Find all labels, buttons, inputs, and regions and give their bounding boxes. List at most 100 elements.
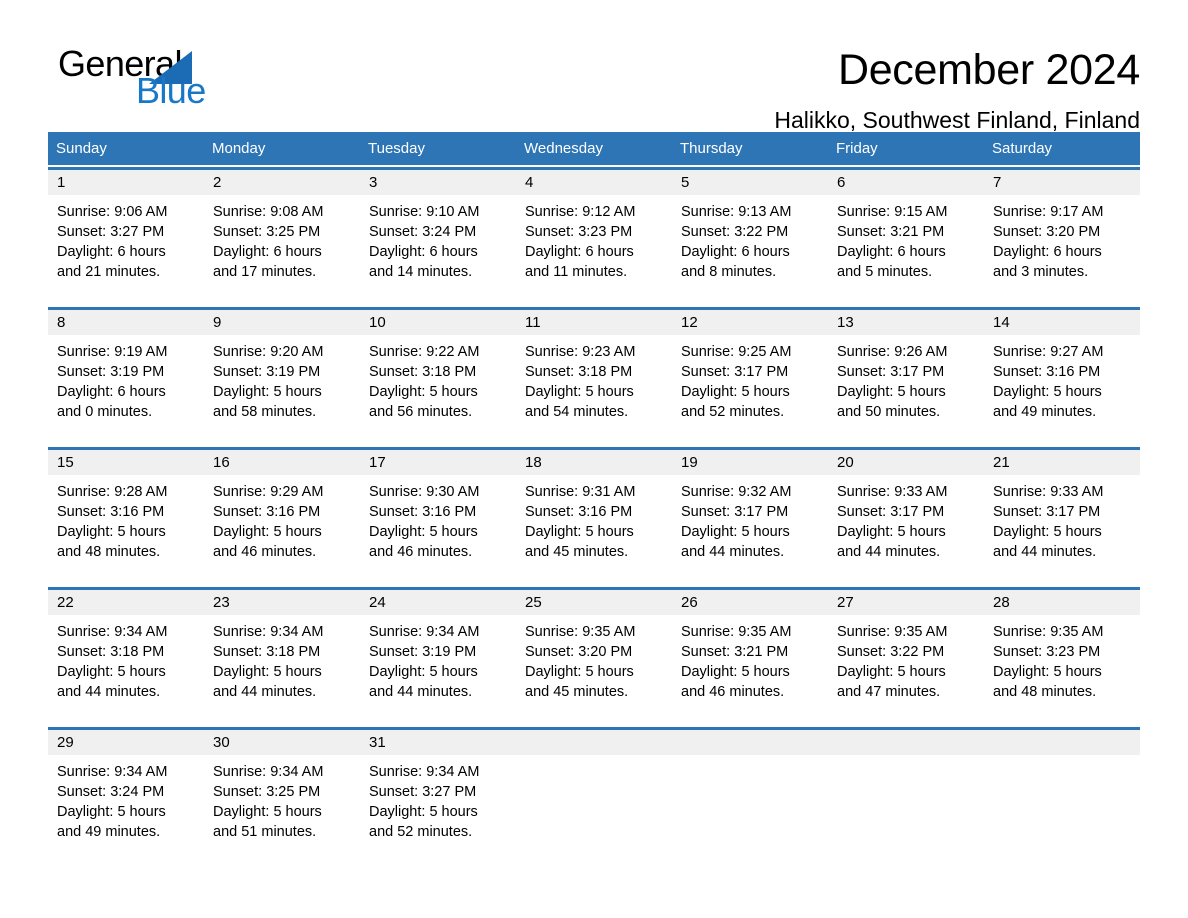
- day-cell[interactable]: Sunrise: 9:27 AM Sunset: 3:16 PM Dayligh…: [984, 335, 1140, 445]
- day-cell[interactable]: Sunrise: 9:31 AM Sunset: 3:16 PM Dayligh…: [516, 475, 672, 585]
- day-cell[interactable]: Sunrise: 9:19 AM Sunset: 3:19 PM Dayligh…: [48, 335, 204, 445]
- sunrise-text: Sunrise: 9:15 AM: [837, 204, 948, 220]
- calendar-week-row: 29 30 31 Sunrise: 9:34 AM Sunset: 3:24 P…: [48, 727, 1140, 863]
- day-number-empty: [828, 730, 984, 755]
- daylight-text: Daylight: 5 hours: [213, 384, 322, 400]
- daylight-text-cont: and 51 minutes.: [213, 824, 317, 840]
- sunrise-text: Sunrise: 9:34 AM: [213, 764, 324, 780]
- sunset-text: Sunset: 3:21 PM: [837, 224, 945, 240]
- day-cell[interactable]: Sunrise: 9:26 AM Sunset: 3:17 PM Dayligh…: [828, 335, 984, 445]
- week-daynumber-band: 15 16 17 18 19 20 21: [48, 450, 1140, 475]
- day-cell[interactable]: Sunrise: 9:34 AM Sunset: 3:27 PM Dayligh…: [360, 755, 516, 863]
- day-number[interactable]: 23: [204, 590, 360, 615]
- day-number[interactable]: 1: [48, 170, 204, 195]
- daylight-text: Daylight: 5 hours: [525, 384, 634, 400]
- day-number[interactable]: 30: [204, 730, 360, 755]
- day-cell[interactable]: Sunrise: 9:34 AM Sunset: 3:25 PM Dayligh…: [204, 755, 360, 863]
- day-cell[interactable]: Sunrise: 9:33 AM Sunset: 3:17 PM Dayligh…: [984, 475, 1140, 585]
- day-cell[interactable]: Sunrise: 9:34 AM Sunset: 3:19 PM Dayligh…: [360, 615, 516, 725]
- sunrise-text: Sunrise: 9:35 AM: [525, 624, 636, 640]
- sunrise-text: Sunrise: 9:08 AM: [213, 204, 324, 220]
- title-block: December 2024 Halikko, Southwest Finland…: [774, 0, 1140, 134]
- sunset-text: Sunset: 3:18 PM: [525, 364, 633, 380]
- day-number[interactable]: 14: [984, 310, 1140, 335]
- day-number[interactable]: 28: [984, 590, 1140, 615]
- sunset-text: Sunset: 3:16 PM: [525, 504, 633, 520]
- day-cell[interactable]: Sunrise: 9:20 AM Sunset: 3:19 PM Dayligh…: [204, 335, 360, 445]
- day-number[interactable]: 31: [360, 730, 516, 755]
- daylight-text-cont: and 46 minutes.: [681, 684, 785, 700]
- day-number[interactable]: 22: [48, 590, 204, 615]
- day-cell[interactable]: Sunrise: 9:29 AM Sunset: 3:16 PM Dayligh…: [204, 475, 360, 585]
- day-number[interactable]: 16: [204, 450, 360, 475]
- sunset-text: Sunset: 3:24 PM: [369, 224, 477, 240]
- day-number[interactable]: 20: [828, 450, 984, 475]
- day-cell[interactable]: Sunrise: 9:32 AM Sunset: 3:17 PM Dayligh…: [672, 475, 828, 585]
- day-cell[interactable]: Sunrise: 9:13 AM Sunset: 3:22 PM Dayligh…: [672, 195, 828, 305]
- day-cell[interactable]: Sunrise: 9:08 AM Sunset: 3:25 PM Dayligh…: [204, 195, 360, 305]
- day-number[interactable]: 13: [828, 310, 984, 335]
- day-cell[interactable]: Sunrise: 9:10 AM Sunset: 3:24 PM Dayligh…: [360, 195, 516, 305]
- day-number[interactable]: 27: [828, 590, 984, 615]
- daylight-text-cont: and 17 minutes.: [213, 264, 317, 280]
- day-cell[interactable]: Sunrise: 9:17 AM Sunset: 3:20 PM Dayligh…: [984, 195, 1140, 305]
- calendar-week-row: 8 9 10 11 12 13 14 Sunrise: 9:19 AM Suns…: [48, 307, 1140, 445]
- day-cell[interactable]: Sunrise: 9:12 AM Sunset: 3:23 PM Dayligh…: [516, 195, 672, 305]
- sunrise-text: Sunrise: 9:19 AM: [57, 344, 168, 360]
- day-number[interactable]: 29: [48, 730, 204, 755]
- day-number[interactable]: 9: [204, 310, 360, 335]
- day-number[interactable]: 19: [672, 450, 828, 475]
- day-number[interactable]: 6: [828, 170, 984, 195]
- day-number[interactable]: 21: [984, 450, 1140, 475]
- day-cell[interactable]: Sunrise: 9:34 AM Sunset: 3:18 PM Dayligh…: [48, 615, 204, 725]
- daylight-text-cont: and 44 minutes.: [681, 544, 785, 560]
- day-number[interactable]: 26: [672, 590, 828, 615]
- day-number[interactable]: 5: [672, 170, 828, 195]
- sunrise-text: Sunrise: 9:34 AM: [57, 764, 168, 780]
- day-number[interactable]: 10: [360, 310, 516, 335]
- general-blue-logo[interactable]: General Blue: [58, 44, 398, 116]
- daylight-text: Daylight: 5 hours: [213, 804, 322, 820]
- sunrise-text: Sunrise: 9:35 AM: [681, 624, 792, 640]
- day-cell[interactable]: Sunrise: 9:06 AM Sunset: 3:27 PM Dayligh…: [48, 195, 204, 305]
- day-cell[interactable]: Sunrise: 9:34 AM Sunset: 3:18 PM Dayligh…: [204, 615, 360, 725]
- day-cell[interactable]: Sunrise: 9:28 AM Sunset: 3:16 PM Dayligh…: [48, 475, 204, 585]
- sunrise-text: Sunrise: 9:34 AM: [57, 624, 168, 640]
- sunset-text: Sunset: 3:27 PM: [369, 784, 477, 800]
- day-cell[interactable]: Sunrise: 9:23 AM Sunset: 3:18 PM Dayligh…: [516, 335, 672, 445]
- day-cell[interactable]: Sunrise: 9:15 AM Sunset: 3:21 PM Dayligh…: [828, 195, 984, 305]
- day-number[interactable]: 24: [360, 590, 516, 615]
- day-number[interactable]: 4: [516, 170, 672, 195]
- daylight-text-cont: and 54 minutes.: [525, 404, 629, 420]
- daylight-text: Daylight: 5 hours: [213, 664, 322, 680]
- day-cell[interactable]: Sunrise: 9:35 AM Sunset: 3:22 PM Dayligh…: [828, 615, 984, 725]
- day-cell[interactable]: Sunrise: 9:34 AM Sunset: 3:24 PM Dayligh…: [48, 755, 204, 863]
- day-number[interactable]: 7: [984, 170, 1140, 195]
- day-number[interactable]: 8: [48, 310, 204, 335]
- day-number[interactable]: 11: [516, 310, 672, 335]
- day-number[interactable]: 17: [360, 450, 516, 475]
- daylight-text: Daylight: 5 hours: [681, 384, 790, 400]
- page-header: General Blue December 2024 Halikko, Sout…: [48, 0, 1140, 134]
- day-number[interactable]: 18: [516, 450, 672, 475]
- day-number[interactable]: 25: [516, 590, 672, 615]
- daylight-text-cont: and 52 minutes.: [681, 404, 785, 420]
- daylight-text: Daylight: 6 hours: [369, 244, 478, 260]
- day-cell[interactable]: Sunrise: 9:35 AM Sunset: 3:21 PM Dayligh…: [672, 615, 828, 725]
- day-number[interactable]: 2: [204, 170, 360, 195]
- sunset-text: Sunset: 3:19 PM: [213, 364, 321, 380]
- day-cell[interactable]: Sunrise: 9:25 AM Sunset: 3:17 PM Dayligh…: [672, 335, 828, 445]
- day-cell[interactable]: Sunrise: 9:35 AM Sunset: 3:23 PM Dayligh…: [984, 615, 1140, 725]
- day-cell[interactable]: Sunrise: 9:22 AM Sunset: 3:18 PM Dayligh…: [360, 335, 516, 445]
- day-number[interactable]: 15: [48, 450, 204, 475]
- day-cell[interactable]: Sunrise: 9:35 AM Sunset: 3:20 PM Dayligh…: [516, 615, 672, 725]
- sunset-text: Sunset: 3:16 PM: [993, 364, 1101, 380]
- week-detail-row: Sunrise: 9:06 AM Sunset: 3:27 PM Dayligh…: [48, 195, 1140, 305]
- day-cell[interactable]: Sunrise: 9:30 AM Sunset: 3:16 PM Dayligh…: [360, 475, 516, 585]
- daylight-text: Daylight: 5 hours: [993, 664, 1102, 680]
- day-number[interactable]: 12: [672, 310, 828, 335]
- day-cell[interactable]: Sunrise: 9:33 AM Sunset: 3:17 PM Dayligh…: [828, 475, 984, 585]
- sunrise-text: Sunrise: 9:35 AM: [837, 624, 948, 640]
- day-number[interactable]: 3: [360, 170, 516, 195]
- daylight-text-cont: and 14 minutes.: [369, 264, 473, 280]
